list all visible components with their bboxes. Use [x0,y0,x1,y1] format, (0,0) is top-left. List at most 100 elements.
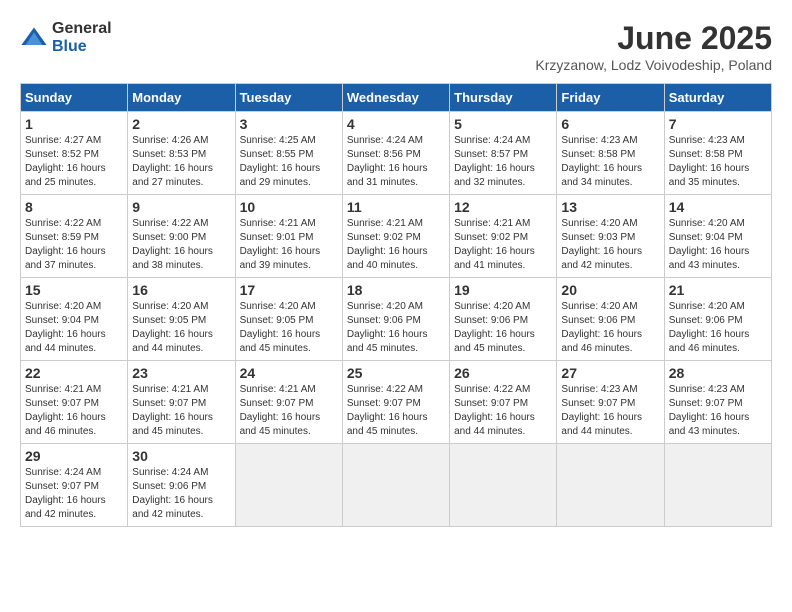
day-info: Sunrise: 4:21 AMSunset: 9:07 PMDaylight:… [25,384,106,437]
table-row: 14 Sunrise: 4:20 AMSunset: 9:04 PMDaylig… [664,195,771,278]
day-info: Sunrise: 4:20 AMSunset: 9:04 PMDaylight:… [669,218,750,271]
table-row: 5 Sunrise: 4:24 AMSunset: 8:57 PMDayligh… [450,112,557,195]
day-header-wednesday: Wednesday [342,84,449,112]
day-info: Sunrise: 4:23 AMSunset: 8:58 PMDaylight:… [669,135,750,188]
day-number: 5 [454,116,552,132]
day-info: Sunrise: 4:20 AMSunset: 9:05 PMDaylight:… [132,301,213,354]
calendar-week-row: 29 Sunrise: 4:24 AMSunset: 9:07 PMDaylig… [21,444,772,527]
day-info: Sunrise: 4:27 AMSunset: 8:52 PMDaylight:… [25,135,106,188]
day-number: 20 [561,282,659,298]
day-number: 23 [132,365,230,381]
calendar-week-row: 15 Sunrise: 4:20 AMSunset: 9:04 PMDaylig… [21,278,772,361]
day-number: 8 [25,199,123,215]
logo: General Blue [20,20,112,55]
table-row: 16 Sunrise: 4:20 AMSunset: 9:05 PMDaylig… [128,278,235,361]
day-number: 27 [561,365,659,381]
table-row: 17 Sunrise: 4:20 AMSunset: 9:05 PMDaylig… [235,278,342,361]
day-info: Sunrise: 4:21 AMSunset: 9:01 PMDaylight:… [240,218,321,271]
day-number: 9 [132,199,230,215]
day-number: 30 [132,448,230,464]
table-row: 23 Sunrise: 4:21 AMSunset: 9:07 PMDaylig… [128,361,235,444]
day-info: Sunrise: 4:20 AMSunset: 9:03 PMDaylight:… [561,218,642,271]
table-row: 21 Sunrise: 4:20 AMSunset: 9:06 PMDaylig… [664,278,771,361]
day-info: Sunrise: 4:22 AMSunset: 9:07 PMDaylight:… [347,384,428,437]
day-info: Sunrise: 4:21 AMSunset: 9:02 PMDaylight:… [347,218,428,271]
table-row: 6 Sunrise: 4:23 AMSunset: 8:58 PMDayligh… [557,112,664,195]
day-number: 14 [669,199,767,215]
day-info: Sunrise: 4:20 AMSunset: 9:06 PMDaylight:… [454,301,535,354]
day-number: 12 [454,199,552,215]
day-info: Sunrise: 4:23 AMSunset: 8:58 PMDaylight:… [561,135,642,188]
table-row: 8 Sunrise: 4:22 AMSunset: 8:59 PMDayligh… [21,195,128,278]
calendar-week-row: 8 Sunrise: 4:22 AMSunset: 8:59 PMDayligh… [21,195,772,278]
day-info: Sunrise: 4:24 AMSunset: 8:56 PMDaylight:… [347,135,428,188]
table-row: 29 Sunrise: 4:24 AMSunset: 9:07 PMDaylig… [21,444,128,527]
day-info: Sunrise: 4:24 AMSunset: 8:57 PMDaylight:… [454,135,535,188]
day-header-tuesday: Tuesday [235,84,342,112]
table-row [342,444,449,527]
day-info: Sunrise: 4:23 AMSunset: 9:07 PMDaylight:… [561,384,642,437]
calendar-week-row: 22 Sunrise: 4:21 AMSunset: 9:07 PMDaylig… [21,361,772,444]
day-info: Sunrise: 4:20 AMSunset: 9:06 PMDaylight:… [669,301,750,354]
day-number: 4 [347,116,445,132]
day-number: 19 [454,282,552,298]
logo-text: General Blue [52,20,112,55]
day-number: 17 [240,282,338,298]
day-header-monday: Monday [128,84,235,112]
header: General Blue June 2025 Krzyzanow, Lodz V… [20,20,772,73]
logo-icon [20,24,48,52]
day-number: 29 [25,448,123,464]
day-info: Sunrise: 4:22 AMSunset: 9:07 PMDaylight:… [454,384,535,437]
day-number: 16 [132,282,230,298]
day-info: Sunrise: 4:21 AMSunset: 9:07 PMDaylight:… [240,384,321,437]
day-header-sunday: Sunday [21,84,128,112]
table-row: 2 Sunrise: 4:26 AMSunset: 8:53 PMDayligh… [128,112,235,195]
day-info: Sunrise: 4:22 AMSunset: 8:59 PMDaylight:… [25,218,106,271]
table-row: 24 Sunrise: 4:21 AMSunset: 9:07 PMDaylig… [235,361,342,444]
table-row: 18 Sunrise: 4:20 AMSunset: 9:06 PMDaylig… [342,278,449,361]
day-number: 26 [454,365,552,381]
day-info: Sunrise: 4:24 AMSunset: 9:06 PMDaylight:… [132,467,213,520]
day-number: 10 [240,199,338,215]
day-number: 15 [25,282,123,298]
day-number: 18 [347,282,445,298]
table-row: 3 Sunrise: 4:25 AMSunset: 8:55 PMDayligh… [235,112,342,195]
day-header-thursday: Thursday [450,84,557,112]
table-row: 4 Sunrise: 4:24 AMSunset: 8:56 PMDayligh… [342,112,449,195]
table-row: 12 Sunrise: 4:21 AMSunset: 9:02 PMDaylig… [450,195,557,278]
day-info: Sunrise: 4:20 AMSunset: 9:06 PMDaylight:… [347,301,428,354]
day-header-friday: Friday [557,84,664,112]
table-row [664,444,771,527]
day-info: Sunrise: 4:22 AMSunset: 9:00 PMDaylight:… [132,218,213,271]
table-row [557,444,664,527]
day-info: Sunrise: 4:23 AMSunset: 9:07 PMDaylight:… [669,384,750,437]
day-number: 7 [669,116,767,132]
table-row [235,444,342,527]
table-row: 28 Sunrise: 4:23 AMSunset: 9:07 PMDaylig… [664,361,771,444]
day-number: 24 [240,365,338,381]
day-number: 28 [669,365,767,381]
calendar-week-row: 1 Sunrise: 4:27 AMSunset: 8:52 PMDayligh… [21,112,772,195]
day-number: 22 [25,365,123,381]
table-row: 20 Sunrise: 4:20 AMSunset: 9:06 PMDaylig… [557,278,664,361]
day-number: 3 [240,116,338,132]
day-info: Sunrise: 4:26 AMSunset: 8:53 PMDaylight:… [132,135,213,188]
table-row: 26 Sunrise: 4:22 AMSunset: 9:07 PMDaylig… [450,361,557,444]
day-number: 1 [25,116,123,132]
table-row: 7 Sunrise: 4:23 AMSunset: 8:58 PMDayligh… [664,112,771,195]
day-info: Sunrise: 4:20 AMSunset: 9:04 PMDaylight:… [25,301,106,354]
day-number: 6 [561,116,659,132]
calendar-header-row: SundayMondayTuesdayWednesdayThursdayFrid… [21,84,772,112]
day-info: Sunrise: 4:20 AMSunset: 9:06 PMDaylight:… [561,301,642,354]
table-row [450,444,557,527]
logo-blue-text: Blue [52,38,112,56]
day-info: Sunrise: 4:20 AMSunset: 9:05 PMDaylight:… [240,301,321,354]
day-header-saturday: Saturday [664,84,771,112]
day-info: Sunrise: 4:24 AMSunset: 9:07 PMDaylight:… [25,467,106,520]
table-row: 22 Sunrise: 4:21 AMSunset: 9:07 PMDaylig… [21,361,128,444]
day-number: 2 [132,116,230,132]
day-number: 11 [347,199,445,215]
day-info: Sunrise: 4:25 AMSunset: 8:55 PMDaylight:… [240,135,321,188]
day-info: Sunrise: 4:21 AMSunset: 9:02 PMDaylight:… [454,218,535,271]
calendar-table: SundayMondayTuesdayWednesdayThursdayFrid… [20,83,772,527]
